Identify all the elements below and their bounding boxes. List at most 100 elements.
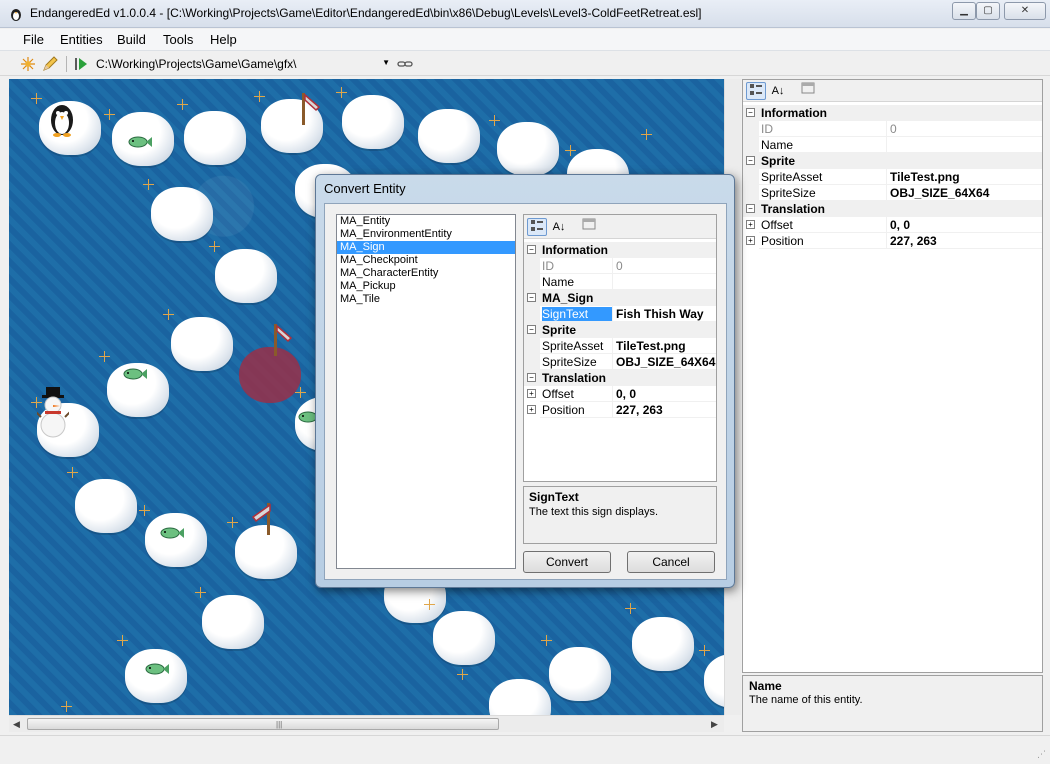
categorized-view-icon[interactable] bbox=[746, 82, 766, 100]
property-position[interactable]: + Position 227, 263 bbox=[743, 233, 1042, 249]
ice-floe[interactable] bbox=[433, 611, 495, 665]
ice-floe[interactable] bbox=[549, 647, 611, 701]
entity-type-list[interactable]: MA_Entity MA_EnvironmentEntity MA_Sign M… bbox=[336, 214, 516, 569]
snowman-sprite[interactable] bbox=[37, 387, 69, 439]
property-sprite-asset[interactable]: SpriteAsset TileTest.png bbox=[524, 338, 716, 354]
ice-floe[interactable] bbox=[632, 617, 694, 671]
fish-pickup-icon[interactable] bbox=[122, 367, 148, 381]
ice-floe[interactable] bbox=[497, 122, 559, 176]
ice-floe[interactable] bbox=[75, 479, 137, 533]
category-sprite[interactable]: − Sprite bbox=[524, 322, 716, 338]
ice-floe[interactable] bbox=[342, 95, 404, 149]
pencil-icon[interactable] bbox=[42, 56, 58, 72]
property-offset[interactable]: + Offset 0, 0 bbox=[743, 217, 1042, 233]
property-id[interactable]: ID 0 bbox=[524, 258, 716, 274]
list-item[interactable]: MA_Sign bbox=[337, 241, 515, 254]
property-offset[interactable]: + Offset 0, 0 bbox=[524, 386, 716, 402]
ice-floe[interactable] bbox=[489, 679, 551, 715]
property-value[interactable] bbox=[886, 137, 1041, 153]
expand-icon[interactable]: + bbox=[746, 220, 755, 229]
category-information[interactable]: − Information bbox=[743, 105, 1042, 121]
list-item[interactable]: MA_Checkpoint bbox=[337, 254, 515, 267]
property-sign-text[interactable]: SignText Fish Thish Way bbox=[524, 306, 716, 322]
resize-grip-icon[interactable]: ⋰ bbox=[1037, 749, 1046, 760]
categorized-view-icon[interactable] bbox=[527, 218, 547, 236]
sign-sprite[interactable] bbox=[271, 322, 295, 358]
collapse-icon[interactable]: − bbox=[527, 245, 536, 254]
run-play-icon[interactable] bbox=[73, 56, 89, 72]
property-pages-icon[interactable] bbox=[579, 218, 599, 236]
property-value[interactable]: 227, 263 bbox=[886, 233, 1041, 249]
chevron-down-icon[interactable]: ▼ bbox=[382, 58, 390, 67]
property-id[interactable]: ID 0 bbox=[743, 121, 1042, 137]
list-item[interactable]: MA_EnvironmentEntity bbox=[337, 228, 515, 241]
property-position[interactable]: + Position 227, 263 bbox=[524, 402, 716, 418]
property-name-row[interactable]: Name bbox=[743, 137, 1042, 153]
ice-floe[interactable] bbox=[418, 109, 480, 163]
ice-floe[interactable] bbox=[704, 654, 724, 708]
ice-floe[interactable] bbox=[184, 111, 246, 165]
property-value[interactable]: TileTest.png bbox=[612, 338, 716, 354]
collapse-icon[interactable]: − bbox=[746, 108, 755, 117]
property-sprite-asset[interactable]: SpriteAsset TileTest.png bbox=[743, 169, 1042, 185]
collapse-icon[interactable]: − bbox=[527, 373, 536, 382]
collapse-icon[interactable]: − bbox=[746, 156, 755, 165]
close-button[interactable]: ✕ bbox=[1004, 2, 1046, 20]
penguin-sprite[interactable] bbox=[47, 101, 77, 137]
scroll-left-arrow-icon[interactable]: ◀ bbox=[13, 719, 20, 730]
ice-floe[interactable] bbox=[171, 317, 233, 371]
category-sprite[interactable]: − Sprite bbox=[743, 153, 1042, 169]
property-value[interactable]: TileTest.png bbox=[886, 169, 1041, 185]
list-item[interactable]: MA_Tile bbox=[337, 293, 515, 306]
ice-floe[interactable] bbox=[215, 249, 277, 303]
scrollbar-thumb[interactable]: ||| bbox=[27, 718, 499, 730]
sign-sprite[interactable] bbox=[299, 91, 323, 127]
minimize-button[interactable]: ▁ bbox=[952, 2, 976, 20]
property-value[interactable]: 227, 263 bbox=[612, 402, 716, 418]
alphabetical-sort-icon[interactable]: A↓ bbox=[768, 82, 788, 100]
list-item[interactable]: MA_Pickup bbox=[337, 280, 515, 293]
ice-floe[interactable] bbox=[151, 187, 213, 241]
property-pages-icon[interactable] bbox=[798, 82, 818, 100]
ice-floe[interactable] bbox=[202, 595, 264, 649]
property-name-row[interactable]: Name bbox=[524, 274, 716, 290]
canvas-horizontal-scrollbar[interactable]: ◀ ||| ▶ bbox=[9, 715, 724, 732]
collapse-icon[interactable]: − bbox=[527, 325, 536, 334]
menu-tools[interactable]: Tools bbox=[163, 32, 193, 47]
gfx-path-combo[interactable]: C:\Working\Projects\Game\Game\gfx\ ▼ bbox=[92, 55, 392, 74]
list-item[interactable]: MA_Entity bbox=[337, 215, 515, 228]
property-sprite-size[interactable]: SpriteSize OBJ_SIZE_64X64 bbox=[524, 354, 716, 370]
expand-icon[interactable]: + bbox=[746, 236, 755, 245]
scroll-right-arrow-icon[interactable]: ▶ bbox=[711, 719, 718, 730]
property-sprite-size[interactable]: SpriteSize OBJ_SIZE_64X64 bbox=[743, 185, 1042, 201]
ice-floe[interactable] bbox=[125, 649, 187, 703]
menu-help[interactable]: Help bbox=[210, 32, 237, 47]
category-translation[interactable]: − Translation bbox=[743, 201, 1042, 217]
category-translation[interactable]: − Translation bbox=[524, 370, 716, 386]
property-value[interactable] bbox=[612, 274, 716, 290]
category-information[interactable]: − Information bbox=[524, 242, 716, 258]
alphabetical-sort-icon[interactable]: A↓ bbox=[549, 218, 569, 236]
property-value[interactable]: 0, 0 bbox=[612, 386, 716, 402]
sign-sprite[interactable] bbox=[247, 501, 279, 537]
fish-pickup-icon[interactable] bbox=[159, 526, 185, 540]
convert-button[interactable]: Convert bbox=[523, 551, 611, 573]
new-entity-icon[interactable] bbox=[20, 56, 36, 72]
collapse-icon[interactable]: − bbox=[527, 293, 536, 302]
list-item[interactable]: MA_CharacterEntity bbox=[337, 267, 515, 280]
menu-build[interactable]: Build bbox=[117, 32, 146, 47]
collapse-icon[interactable]: − bbox=[746, 204, 755, 213]
ice-floe[interactable] bbox=[145, 513, 207, 567]
property-value[interactable]: OBJ_SIZE_64X64 bbox=[612, 354, 716, 370]
expand-icon[interactable]: + bbox=[527, 389, 536, 398]
cancel-button[interactable]: Cancel bbox=[627, 551, 715, 573]
fish-pickup-icon[interactable] bbox=[127, 135, 153, 149]
maximize-button[interactable]: ▢ bbox=[976, 2, 1000, 20]
fish-pickup-icon[interactable] bbox=[144, 662, 170, 676]
sign-text-input[interactable]: Fish Thish Way bbox=[612, 306, 716, 322]
expand-icon[interactable]: + bbox=[527, 405, 536, 414]
property-value[interactable]: OBJ_SIZE_64X64 bbox=[886, 185, 1041, 201]
property-value[interactable]: 0, 0 bbox=[886, 217, 1041, 233]
menu-file[interactable]: File bbox=[23, 32, 44, 47]
menu-entities[interactable]: Entities bbox=[60, 32, 103, 47]
